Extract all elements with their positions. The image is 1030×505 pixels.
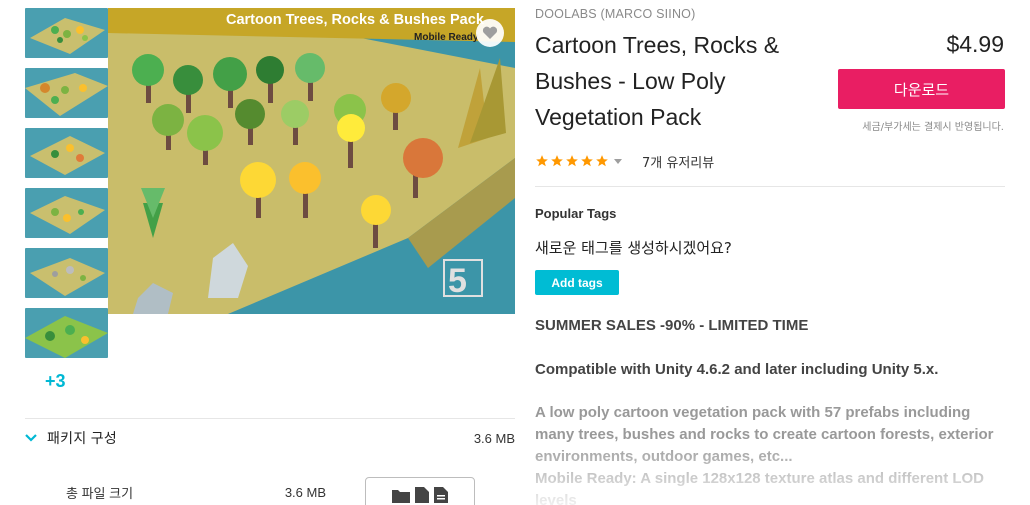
file-icon — [415, 487, 429, 503]
add-tags-button[interactable]: Add tags — [535, 270, 619, 295]
unity-version-badge: 5 — [448, 262, 467, 300]
folder-icon — [392, 489, 410, 503]
favorite-button[interactable] — [476, 19, 504, 47]
price: $4.99 — [946, 31, 1004, 57]
rating-stars[interactable] — [535, 154, 609, 168]
description-compatibility: Compatible with Unity 4.6.2 and later in… — [535, 361, 939, 378]
package-header[interactable]: 패키지 구성 3.6 MB — [25, 428, 515, 448]
caret-down-icon[interactable] — [612, 155, 624, 167]
thumbnail-6[interactable] — [25, 308, 108, 358]
file-size-row: 총 파일 크기 3.6 MB — [66, 482, 326, 502]
package-size: 3.6 MB — [473, 430, 515, 446]
hero-banner-title: Cartoon Trees, Rocks & Bushes Pack — [226, 12, 485, 28]
package-divider — [25, 418, 515, 419]
hero-banner-subtitle: Mobile Ready — [414, 32, 479, 43]
tags-prompt: 새로운 태그를 생성하시겠어요? — [535, 239, 732, 257]
tags-heading: Popular Tags — [535, 206, 617, 221]
download-button[interactable]: 다운로드 — [838, 69, 1005, 109]
product-title: Cartoon Trees, Rocks & Bushes - Low Poly… — [535, 32, 780, 130]
thumbnail-2[interactable] — [25, 68, 108, 118]
star-icon — [581, 155, 593, 167]
review-count-link[interactable]: 7개 유저리뷰 — [642, 152, 714, 171]
section-divider — [535, 186, 1005, 187]
thumbnail-1[interactable] — [25, 8, 108, 58]
description-mobile: Mobile Ready: A single 128x128 texture a… — [535, 470, 985, 505]
heart-icon — [482, 26, 498, 39]
file-size-label: 총 파일 크기 — [66, 485, 134, 501]
tax-note: 세금/부가세는 결제시 반영됩니다. — [862, 122, 1004, 133]
description-sale: SUMMER SALES -90% - LIMITED TIME — [535, 317, 809, 334]
rating: 7개 유저리뷰 — [535, 152, 714, 171]
star-icon — [566, 155, 578, 167]
document-icon — [434, 487, 448, 503]
chevron-down-icon — [25, 431, 39, 445]
star-icon — [596, 155, 608, 167]
publisher-link[interactable]: DOOLABS (MARCO SIINO) — [535, 7, 695, 21]
thumbnail-strip — [25, 8, 111, 368]
description-body: A low poly cartoon vegetation pack with … — [535, 402, 1005, 505]
package-title: 패키지 구성 — [47, 430, 118, 446]
thumbnail-3[interactable] — [25, 128, 108, 178]
more-thumbnails-link[interactable]: +3 — [45, 371, 66, 392]
file-size-value: 3.6 MB — [284, 484, 326, 500]
thumbnail-4[interactable] — [25, 188, 108, 238]
star-icon — [536, 155, 548, 167]
description-paragraph: A low poly cartoon vegetation pack with … — [535, 404, 994, 465]
file-browse-button[interactable] — [365, 477, 475, 505]
hero-image[interactable]: Cartoon Trees, Rocks & Bushes Pack Mobil… — [108, 8, 515, 314]
star-icon — [551, 155, 563, 167]
thumbnail-5[interactable] — [25, 248, 108, 298]
